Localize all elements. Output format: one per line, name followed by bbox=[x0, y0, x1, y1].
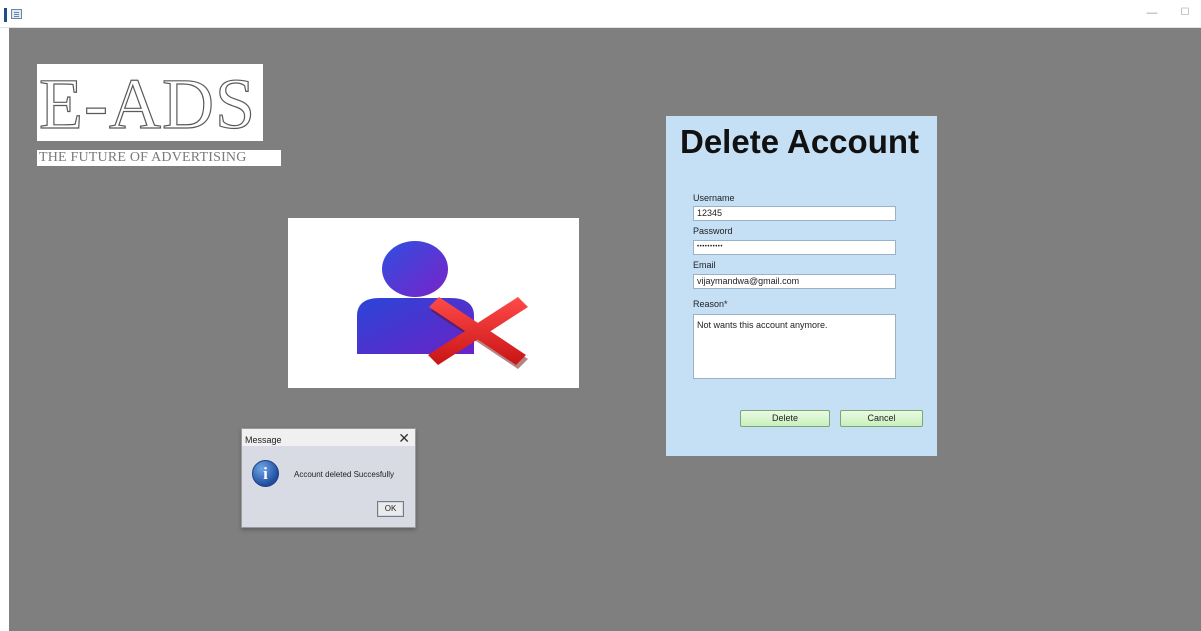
logo-tagline: THE FUTURE OF ADVERTISING bbox=[37, 150, 281, 166]
cancel-button[interactable]: Cancel bbox=[840, 410, 923, 427]
dialog-message: Account deleted Succesfully bbox=[294, 470, 395, 479]
info-icon: i bbox=[252, 460, 279, 487]
dialog-body: i Account deleted Succesfully OK bbox=[242, 446, 415, 527]
email-field[interactable]: vijaymandwa@gmail.com bbox=[693, 274, 896, 289]
reason-label: Reason* bbox=[693, 299, 728, 309]
password-field[interactable]: •••••••••• bbox=[693, 240, 896, 255]
maximize-button[interactable]: ☐ bbox=[1178, 4, 1192, 22]
delete-account-panel: Delete Account Username 12345 Password •… bbox=[666, 116, 937, 456]
dialog-title: Message bbox=[245, 435, 282, 445]
app-icon bbox=[11, 9, 22, 19]
ok-button[interactable]: OK bbox=[377, 501, 404, 517]
delete-button[interactable]: Delete bbox=[740, 410, 830, 427]
minimize-button[interactable]: — bbox=[1145, 4, 1159, 22]
close-icon[interactable]: ✕ bbox=[398, 430, 410, 447]
delete-user-image bbox=[288, 218, 579, 388]
username-label: Username bbox=[693, 193, 735, 203]
username-field[interactable]: 12345 bbox=[693, 206, 896, 221]
reason-textarea[interactable]: Not wants this account anymore. bbox=[693, 314, 896, 379]
delete-user-icon bbox=[357, 241, 528, 369]
window-edge-accent bbox=[4, 8, 7, 22]
email-label: Email bbox=[693, 260, 716, 270]
window-titlebar: — ☐ bbox=[0, 0, 1201, 28]
password-label: Password bbox=[693, 226, 733, 236]
message-dialog: Message ✕ i Account deleted Succesfully … bbox=[241, 428, 416, 528]
logo-title: E-ADS bbox=[38, 64, 256, 144]
panel-title: Delete Account bbox=[680, 123, 919, 160]
logo: E-ADS bbox=[37, 64, 263, 144]
